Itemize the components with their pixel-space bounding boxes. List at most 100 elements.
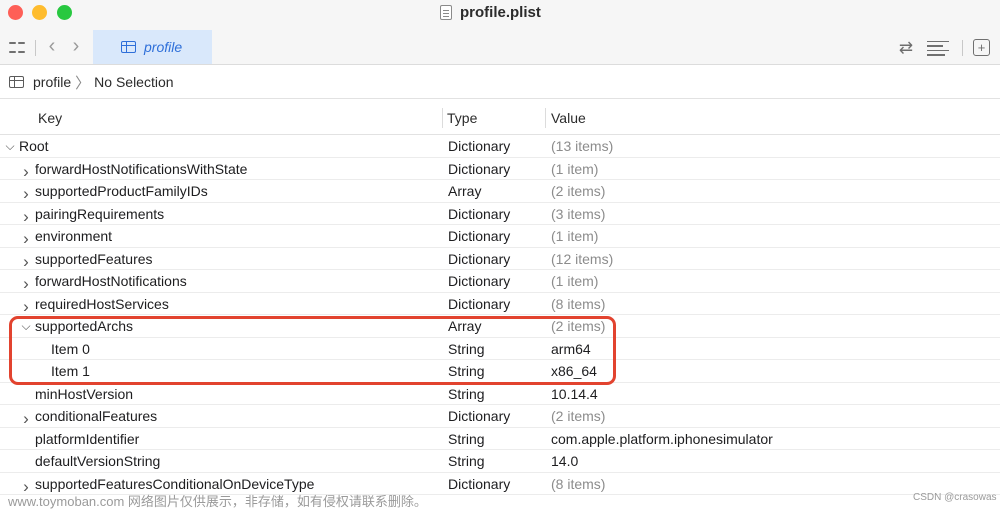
table-row[interactable]: › conditionalFeatures Dictionary (2 items) [0,405,1000,428]
toolbar-divider [962,40,963,56]
row-type[interactable]: Array [448,183,481,199]
row-type[interactable]: Dictionary [448,251,510,267]
row-value[interactable]: x86_64 [551,363,597,379]
row-key[interactable]: supportedArchs [35,318,133,334]
row-value[interactable]: com.apple.platform.iphonesimulator [551,431,773,447]
row-key[interactable]: defaultVersionString [35,453,160,469]
row-type[interactable]: String [448,341,485,357]
table-row[interactable]: › forwardHostNotifications Dictionary (1 it… [0,270,1000,293]
table-row[interactable]: minHostVersion String 10.14.4 [0,383,1000,405]
window-title-text: profile.plist [460,3,541,21]
row-key[interactable]: conditionalFeatures [35,408,157,424]
row-value[interactable]: 14.0 [551,453,578,469]
toolbar-divider [35,40,36,56]
chevron-right-icon[interactable]: › [20,274,32,294]
row-value[interactable]: (2 items) [551,183,605,199]
chevron-right-icon[interactable]: › [20,252,32,272]
table-row[interactable]: › supportedProductFamilyIDs Array (2 items) [0,180,1000,203]
row-type[interactable]: Dictionary [448,206,510,222]
chevron-left-icon[interactable]: ‹ [44,35,60,57]
zoom-window-button[interactable] [57,5,72,20]
window-title: profile.plist [440,2,541,22]
row-key[interactable]: forwardHostNotifications [35,273,187,289]
row-type[interactable]: Array [448,318,481,334]
row-key[interactable]: platformIdentifier [35,431,139,447]
table-row[interactable]: defaultVersionString String 14.0 [0,450,1000,473]
row-value[interactable]: (8 items) [551,476,605,492]
row-key[interactable]: supportedFeaturesConditionalOnDeviceType [35,476,314,492]
row-type[interactable]: Dictionary [448,228,510,244]
row-key[interactable]: requiredHostServices [35,296,169,312]
row-type[interactable]: String [448,453,485,469]
row-value[interactable]: 10.14.4 [551,386,598,402]
chevron-right-icon[interactable]: › [20,207,32,227]
row-value[interactable]: (2 items) [551,318,605,334]
row-value[interactable]: (1 item) [551,273,598,289]
row-key[interactable]: supportedFeatures [35,251,153,267]
watermark-credit: CSDN @crasowas [913,492,997,503]
table-row[interactable]: › requiredHostServices Dictionary (8 items) [0,293,1000,316]
row-type[interactable]: Dictionary [448,161,510,177]
table-row[interactable]: › forwardHostNotificationsWithState Dictio… [0,158,1000,181]
row-key[interactable]: Item 1 [51,363,90,379]
table-row[interactable]: ⌵ supportedArchs Array (2 items) [0,315,1000,338]
chevron-right-icon[interactable]: › [68,35,84,57]
table-row[interactable]: › environment Dictionary (1 item) [0,225,1000,248]
table-row[interactable]: › pairingRequirements Dictionary (3 items) [0,203,1000,226]
chevron-down-icon[interactable]: ⌵ [4,139,16,154]
row-type[interactable]: Dictionary [448,476,510,492]
column-divider[interactable] [545,108,546,128]
row-type[interactable]: Dictionary [448,408,510,424]
breadcrumb-root[interactable]: profile [33,74,71,90]
chevron-right-icon[interactable]: › [20,229,32,249]
minimize-window-button[interactable] [32,5,47,20]
column-header-type[interactable]: Type [447,110,477,126]
table-icon [121,41,136,53]
close-window-button[interactable] [8,5,23,20]
row-key[interactable]: minHostVersion [35,386,133,402]
row-type[interactable]: Dictionary [448,138,510,154]
row-value[interactable]: (1 item) [551,161,598,177]
table-row[interactable]: ⌵ Root Dictionary (13 items) [0,135,1000,158]
row-type[interactable]: Dictionary [448,296,510,312]
table-row[interactable]: Item 1 String x86_64 [0,360,1000,383]
row-value[interactable]: (8 items) [551,296,605,312]
chevron-right-icon[interactable]: › [20,184,32,204]
column-divider[interactable] [442,108,443,128]
row-type[interactable]: String [448,363,485,379]
row-value[interactable]: (3 items) [551,206,605,222]
column-header-key[interactable]: Key [38,110,62,126]
row-key[interactable]: Item 0 [51,341,90,357]
table-row[interactable]: Item 0 String arm64 [0,338,1000,360]
column-header-value[interactable]: Value [551,110,586,126]
text-lines-icon[interactable] [926,39,950,57]
row-value[interactable]: (12 items) [551,251,613,267]
row-key[interactable]: forwardHostNotificationsWithState [35,161,247,177]
row-type[interactable]: String [448,431,485,447]
chevron-right-icon[interactable]: › [20,297,32,317]
chevron-down-icon[interactable]: ⌵ [20,319,32,334]
row-value[interactable]: (13 items) [551,138,613,154]
table-row[interactable]: platformIdentifier String com.apple.platfo… [0,428,1000,450]
title-bar: profile.plist [0,0,1000,30]
grid-icon[interactable] [8,39,25,57]
row-type[interactable]: Dictionary [448,273,510,289]
chevron-right-icon[interactable]: › [20,409,32,429]
chevron-right-icon[interactable]: › [20,162,32,182]
document-icon [440,4,452,20]
add-item-icon[interactable]: + [973,39,990,56]
row-key[interactable]: supportedProductFamilyIDs [35,183,208,199]
row-value[interactable]: (2 items) [551,408,605,424]
swap-arrows-icon[interactable]: ⇄ [897,38,915,57]
row-value[interactable]: arm64 [551,341,591,357]
row-key[interactable]: environment [35,228,112,244]
table-row[interactable]: › supportedFeatures Dictionary (12 items) [0,248,1000,271]
tab-profile[interactable]: profile [93,30,212,64]
breadcrumb-selection[interactable]: No Selection [94,74,173,90]
row-key[interactable]: Root [19,138,49,154]
row-type[interactable]: String [448,386,485,402]
row-value[interactable]: (1 item) [551,228,598,244]
chevron-right-icon: 〉 [75,74,91,92]
row-key[interactable]: pairingRequirements [35,206,164,222]
breadcrumb: profile 〉 No Selection [0,66,1000,99]
